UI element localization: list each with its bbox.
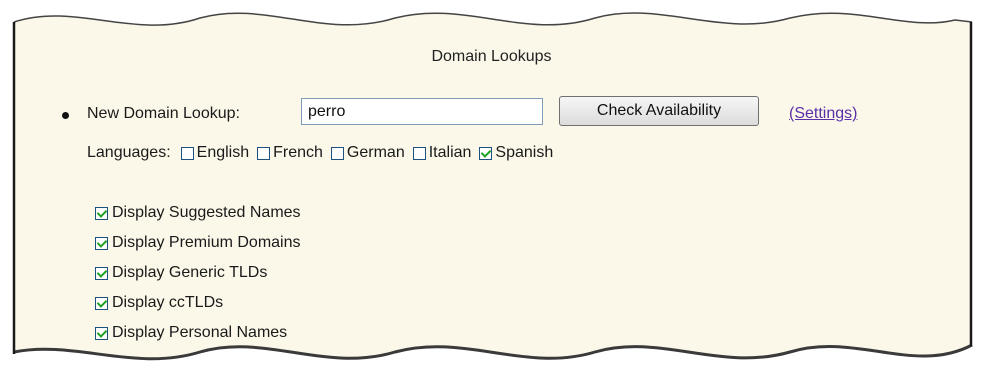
italian-label: Italian — [428, 144, 472, 161]
languages-row: Languages: English French German Italian… — [87, 141, 561, 165]
language-option-french[interactable]: French — [257, 144, 323, 162]
display-suggested-names-checkbox[interactable] — [95, 206, 108, 220]
display-premium-domains-checkbox[interactable] — [95, 236, 108, 250]
bullet-icon — [62, 112, 69, 119]
display-cctlds-option[interactable]: Display ccTLDs — [95, 288, 301, 318]
language-option-english[interactable]: English — [180, 144, 250, 162]
display-cctlds-label: Display ccTLDs — [112, 294, 224, 311]
spanish-checkbox[interactable] — [479, 146, 493, 160]
display-generic-tlds-label: Display Generic TLDs — [112, 264, 268, 281]
display-suggested-names-label: Display Suggested Names — [112, 204, 301, 221]
language-option-spanish[interactable]: Spanish — [479, 144, 553, 162]
languages-label: Languages: — [87, 144, 171, 161]
display-options-list: Display Suggested Names Display Premium … — [95, 198, 301, 348]
panel-title: Domain Lookups — [431, 48, 552, 65]
display-premium-domains-option[interactable]: Display Premium Domains — [95, 228, 301, 258]
english-label: English — [196, 144, 250, 161]
check-availability-button[interactable]: Check Availability — [559, 96, 759, 126]
display-premium-domains-label: Display Premium Domains — [112, 234, 301, 251]
italian-checkbox[interactable] — [412, 146, 426, 160]
german-label: German — [346, 144, 405, 161]
display-generic-tlds-option[interactable]: Display Generic TLDs — [95, 258, 301, 288]
german-checkbox[interactable] — [330, 146, 344, 160]
english-checkbox[interactable] — [180, 146, 194, 160]
language-option-italian[interactable]: Italian — [412, 144, 472, 162]
display-suggested-names-option[interactable]: Display Suggested Names — [95, 198, 301, 228]
display-cctlds-checkbox[interactable] — [95, 296, 108, 310]
settings-link[interactable]: (Settings) — [789, 105, 857, 123]
display-personal-names-label: Display Personal Names — [112, 324, 288, 341]
display-generic-tlds-checkbox[interactable] — [95, 266, 108, 280]
domain-lookup-input[interactable] — [301, 98, 543, 125]
domain-lookups-panel: Domain Lookups New Domain Lookup: Check … — [0, 0, 983, 382]
french-label: French — [273, 144, 323, 161]
language-option-german[interactable]: German — [330, 144, 405, 162]
new-domain-lookup-label: New Domain Lookup: — [87, 105, 240, 122]
spanish-label: Spanish — [495, 144, 554, 161]
display-personal-names-checkbox[interactable] — [95, 326, 108, 340]
french-checkbox[interactable] — [257, 146, 271, 160]
display-personal-names-option[interactable]: Display Personal Names — [95, 318, 301, 348]
